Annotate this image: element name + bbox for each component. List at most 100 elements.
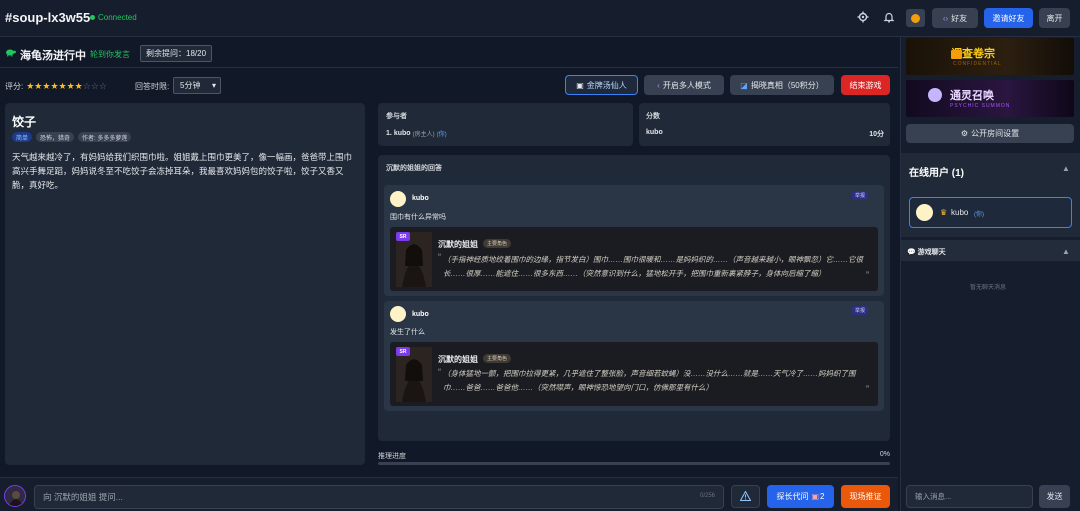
avatar [390,306,406,322]
rating-label: 评分: [5,82,24,91]
chat-title: 💬 游戏聊天 [907,247,946,257]
chevron-down-icon: ▾ [211,81,216,90]
responder-name: 沉默的姐姐 [438,240,478,249]
turn-status: 轮到你发言 [90,50,130,59]
end-game-button[interactable]: 结束游戏 [841,75,890,95]
golden-soup-label: 金牌汤仙人 [586,80,627,90]
connection-status: Connected [90,13,137,22]
time-limit-value: 5分钟 [180,81,201,90]
avatar [911,13,920,23]
psychic-summon-title: 通灵召唤 [950,90,994,102]
report-button[interactable]: 举报 [852,191,869,200]
friends-icon: ‹› [942,13,949,23]
asker-name: kubo [412,195,429,202]
gear-icon: ⚙ [960,129,969,138]
rarity-badge: SR [396,232,410,241]
warning-button[interactable] [731,485,760,508]
participant-entry: 1. kubo (房主人) (你) [386,129,447,138]
room-title: #soup-lx3w55 [5,10,91,25]
asker-name: kubo [412,311,429,318]
rating: 评分: ★★★★★★★☆☆☆ [5,81,107,92]
psychic-summon-sub: PSYCHIC SUMMON [950,103,1011,109]
detective-ask-button[interactable]: 探长代问 ▣ 2 [767,485,834,508]
room-settings-label: 公开房间设置 [971,129,1020,138]
participant-role: (房主人) [412,132,435,138]
friends-button[interactable]: ‹› 好友 [932,8,978,28]
score-name: kubo [646,129,663,136]
rating-stars[interactable]: ★★★★★★★☆☆☆ [26,81,107,92]
detective-count: 2 [820,492,825,501]
chat-input[interactable]: 输入消息... [906,485,1033,508]
report-button[interactable]: 举报 [852,306,869,315]
send-button[interactable]: 发送 [1039,485,1070,508]
progress-bar [378,462,890,465]
quote-close-icon: ” [866,270,869,280]
scores-title: 分数 [646,113,660,120]
question-input[interactable]: 向 沉默的姐姐 提问... 0/256 [34,485,724,509]
users-icon: ‹ [657,80,660,90]
reveal-truth-button[interactable]: ◪ 揭晓真相（50积分） [730,75,834,95]
quote-open-icon: “ [438,367,441,377]
chat-title-label: 游戏聊天 [917,249,946,256]
role-badge: 主要角色 [483,354,512,363]
progress-value: 0% [879,451,890,458]
avatar [916,204,933,221]
genre-tag: 恐怖，猎奇 [36,132,75,142]
rarity-badge: SR [396,347,410,356]
cup-icon: ▣ [576,80,584,90]
user-avatar-button[interactable] [906,9,925,27]
crystal-ball-icon [928,88,942,102]
status-dot [90,15,95,20]
gear-icon[interactable] [856,11,870,26]
case-file-sub: CONFIDENTIAL [953,61,1002,67]
question-text: 发生了什么 [390,329,425,336]
psychic-summon-banner[interactable]: 通灵召唤 PSYCHIC SUMMON [906,80,1074,117]
difficulty-tag: 简单 [12,132,33,142]
online-user-name: kubo [951,208,969,217]
reveal-truth-label: 揭晓真相（50积分） [750,80,824,90]
story-title: 饺子 [12,115,37,129]
friends-label: 好友 [951,13,968,23]
game-status-bar [0,40,898,68]
golden-soup-button[interactable]: ▣ 金牌汤仙人 [565,75,638,95]
reply-text: （身体猛地一颤，把围巾拉得更紧，几乎遮住了整张脸，声音细若蚊蝇）没……没什么……… [443,369,856,392]
story-text: 天气越来越冷了，有妈妈给我们织围巾啦。姐姐戴上围巾更美了，像一幅画，爸爸带上围巾… [12,152,353,190]
story-tags: 简单 恐怖，猎奇 作者: 多多多萝莲 [12,132,132,142]
warning-icon [739,489,752,503]
responder-name: 沉默的姐姐 [438,355,478,364]
author-tag: 作者: 多多多萝莲 [78,132,132,142]
role-badge: 主要角色 [483,239,512,248]
time-limit-label: 回答时限: [135,82,170,91]
reply-text: （手指神经质地绞着围巾的边缘，指节发白）围巾……围巾很暖和……是妈妈织的……（声… [443,255,863,278]
folder-icon [951,50,962,59]
room-settings-button[interactable]: ⚙ 公开房间设置 [906,124,1074,143]
online-user-card[interactable]: ♛ kubo (你) [909,197,1072,228]
invite-friends-button[interactable]: 邀请好友 [984,8,1033,28]
online-users-title: 在线用户 (1) [909,168,964,179]
chat-icon: 💬 [907,249,916,256]
leave-button[interactable]: 离开 [1039,8,1070,28]
remaining-questions-badge: 剩余提问：18/20 [140,45,213,62]
collapse-icon[interactable]: ▲ [1062,247,1070,256]
time-limit-select[interactable]: 5分钟 ▾ [173,77,221,94]
participant-index: 1. [386,130,392,137]
online-user-me-tag: (你) [974,212,984,218]
reveal-icon: ◪ [740,80,748,90]
case-file-banner[interactable]: 调查卷宗 CONFIDENTIAL [906,38,1074,75]
character-avatar [4,485,26,507]
connection-status-label: Connected [98,13,137,22]
participants-panel [378,103,633,146]
participants-title: 参与者 [386,113,407,120]
multi-mode-button[interactable]: ‹ 开启多人模式 [644,75,724,95]
bell-icon[interactable] [882,11,896,26]
verify-button[interactable]: 现场推证 [841,485,890,508]
game-title: 海龟汤进行中 [20,50,86,62]
ticket-icon: ▣ [811,492,820,501]
participant-name: kubo [393,130,411,137]
reasoning-progress: 推理进度 0% [378,451,890,461]
detective-ask-label: 探长代问 [776,492,809,501]
scores-panel [639,103,890,146]
collapse-icon[interactable]: ▲ [1062,164,1070,173]
turtle-icon [5,47,16,57]
score-value: 10分 [869,131,884,138]
